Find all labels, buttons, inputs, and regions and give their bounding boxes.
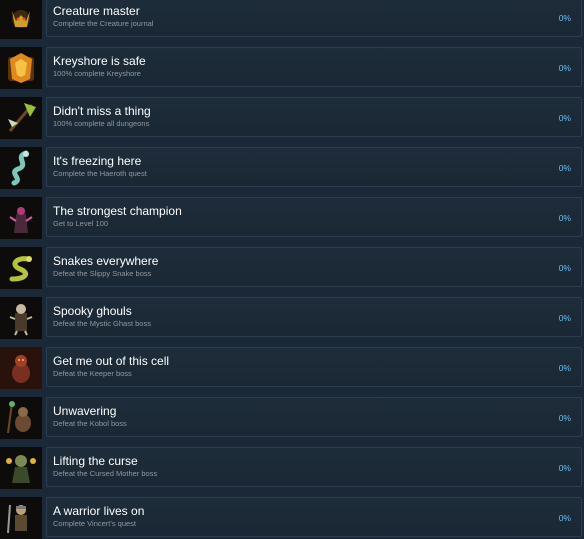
- achievement-panel: The strongest champion Get to Level 100 …: [46, 197, 582, 237]
- achievement-description: Defeat the Slippy Snake boss: [53, 269, 152, 278]
- achievement-row[interactable]: Unwavering Defeat the Kobol boss 0%: [0, 397, 584, 439]
- achievement-description: Complete Vincert's quest: [53, 519, 137, 528]
- achievement-title: Kreyshore is safe: [53, 54, 146, 68]
- achievement-progress: 0%: [558, 463, 571, 473]
- achievement-description: Defeat the Cursed Mother boss: [53, 469, 158, 478]
- achievement-row[interactable]: A warrior lives on Complete Vincert's qu…: [0, 497, 584, 539]
- horned-creature-icon: [0, 0, 42, 39]
- achievement-progress: 0%: [558, 13, 571, 23]
- achievement-row[interactable]: Snakes everywhere Defeat the Slippy Snak…: [0, 247, 584, 289]
- achievement-progress: 0%: [558, 163, 571, 173]
- achievement-row[interactable]: Get me out of this cell Defeat the Keepe…: [0, 347, 584, 389]
- achievement-row[interactable]: Spooky ghouls Defeat the Mystic Ghast bo…: [0, 297, 584, 339]
- achievement-panel: It's freezing here Complete the Haeroth …: [46, 147, 582, 187]
- ghoul-icon: [0, 297, 42, 339]
- achievement-row[interactable]: Creature master Complete the Creature jo…: [0, 0, 584, 39]
- achievement-panel: Lifting the curse Defeat the Cursed Moth…: [46, 447, 582, 487]
- crossed-axes-icon: [0, 97, 42, 139]
- achievement-description: Complete the Haeroth quest: [53, 169, 147, 178]
- achievement-description: Complete the Creature journal: [53, 19, 154, 28]
- achievement-title: Snakes everywhere: [53, 254, 159, 268]
- achievement-progress: 0%: [558, 263, 571, 273]
- achievement-panel: Spooky ghouls Defeat the Mystic Ghast bo…: [46, 297, 582, 337]
- achievement-list: Creature master Complete the Creature jo…: [0, 0, 584, 539]
- achievement-title: Get me out of this cell: [53, 354, 170, 368]
- achievement-title: Lifting the curse: [53, 454, 138, 468]
- achievement-panel: A warrior lives on Complete Vincert's qu…: [46, 497, 582, 537]
- achievement-panel: Kreyshore is safe 100% complete Kreyshor…: [46, 47, 582, 87]
- achievement-title: It's freezing here: [53, 154, 142, 168]
- achievement-description: Defeat the Mystic Ghast boss: [53, 319, 151, 328]
- achievement-row[interactable]: The strongest champion Get to Level 100 …: [0, 197, 584, 239]
- achievement-description: Defeat the Kobol boss: [53, 419, 127, 428]
- achievement-row[interactable]: Lifting the curse Defeat the Cursed Moth…: [0, 447, 584, 489]
- achievement-panel: Unwavering Defeat the Kobol boss 0%: [46, 397, 582, 437]
- achievement-description: Get to Level 100: [53, 219, 109, 228]
- ice-serpent-icon: [0, 147, 42, 189]
- warrior-icon: [0, 497, 42, 539]
- achievement-panel: Snakes everywhere Defeat the Slippy Snak…: [46, 247, 582, 287]
- kobol-icon: [0, 397, 42, 439]
- achievement-progress: 0%: [558, 213, 571, 223]
- achievement-panel: Get me out of this cell Defeat the Keepe…: [46, 347, 582, 387]
- achievement-progress: 0%: [558, 313, 571, 323]
- achievement-panel: Didn't miss a thing 100% complete all du…: [46, 97, 582, 137]
- achievement-title: Spooky ghouls: [53, 304, 132, 318]
- achievement-title: The strongest champion: [53, 204, 182, 218]
- achievement-panel: Creature master Complete the Creature jo…: [46, 0, 582, 37]
- achievement-progress: 0%: [558, 413, 571, 423]
- achievement-progress: 0%: [558, 513, 571, 523]
- achievement-progress: 0%: [558, 363, 571, 373]
- achievement-row[interactable]: It's freezing here Complete the Haeroth …: [0, 147, 584, 189]
- achievement-description: Defeat the Keeper boss: [53, 369, 132, 378]
- dark-champion-icon: [0, 197, 42, 239]
- achievement-row[interactable]: Didn't miss a thing 100% complete all du…: [0, 97, 584, 139]
- achievement-progress: 0%: [558, 63, 571, 73]
- achievement-description: 100% complete all dungeons: [53, 119, 150, 128]
- green-snake-icon: [0, 247, 42, 289]
- golden-crest-icon: [0, 47, 42, 89]
- achievement-description: 100% complete Kreyshore: [53, 69, 141, 78]
- cursed-mother-icon: [0, 447, 42, 489]
- keeper-icon: [0, 347, 42, 389]
- achievement-progress: 0%: [558, 113, 571, 123]
- achievement-title: Unwavering: [53, 404, 117, 418]
- achievement-title: A warrior lives on: [53, 504, 145, 518]
- achievement-title: Didn't miss a thing: [53, 104, 151, 118]
- achievement-title: Creature master: [53, 4, 140, 18]
- achievement-row[interactable]: Kreyshore is safe 100% complete Kreyshor…: [0, 47, 584, 89]
